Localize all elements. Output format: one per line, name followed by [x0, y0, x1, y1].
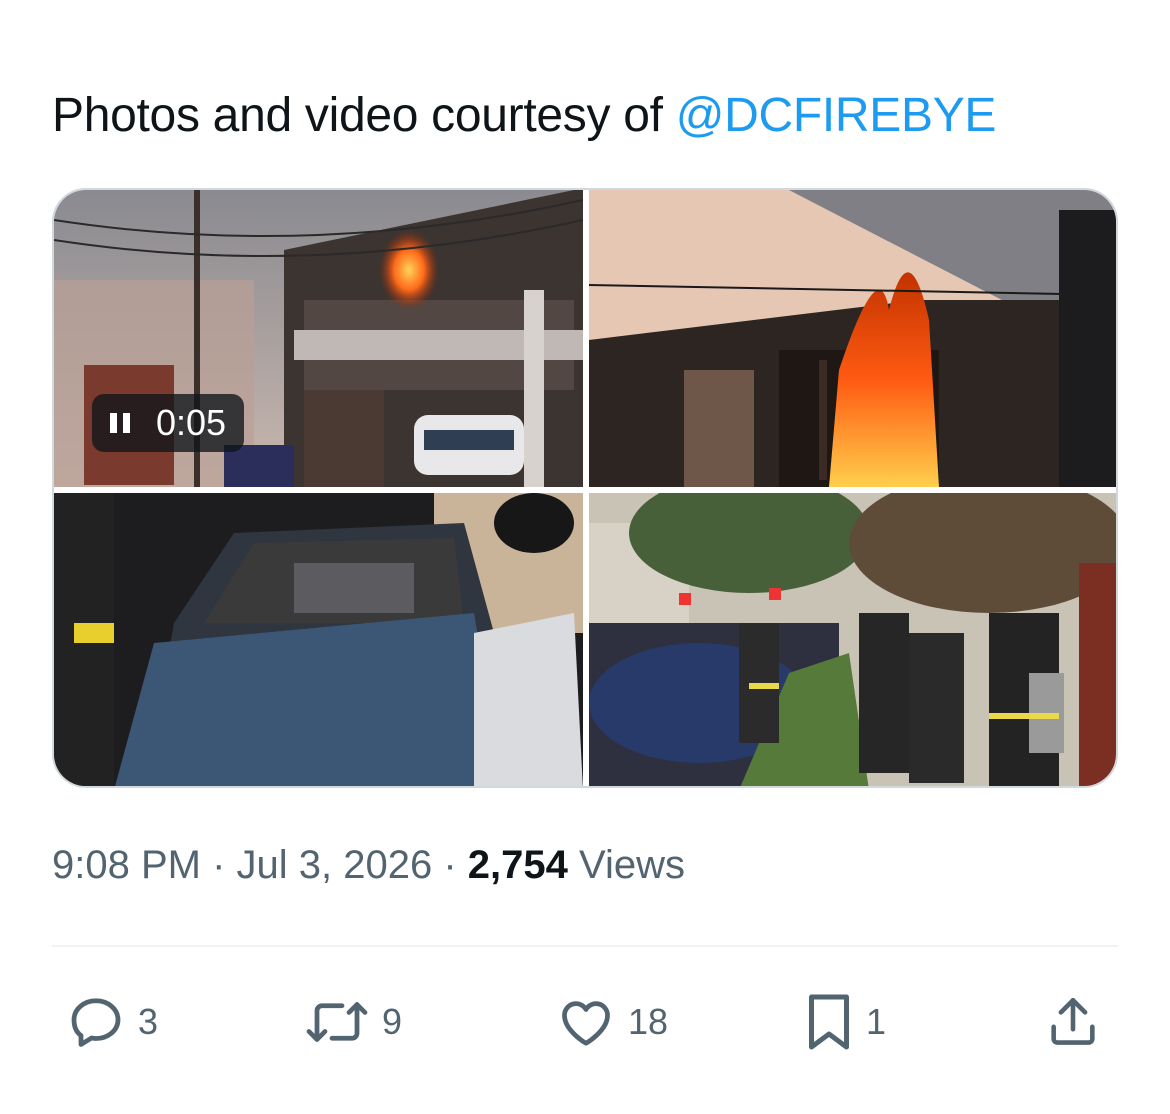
- action-bar: 3 9 18 1: [0, 984, 1170, 1064]
- photo-burned-car[interactable]: [54, 493, 583, 786]
- divider: [52, 945, 1118, 947]
- photo-window-fire[interactable]: [589, 190, 1116, 487]
- meta-separator: ·: [200, 843, 237, 887]
- share-button[interactable]: [1044, 984, 1102, 1060]
- tweet-meta: 9:08 PM · Jul 3, 2026 · 2,754 Views: [52, 843, 685, 888]
- bookmark-button[interactable]: 1: [804, 984, 886, 1060]
- media-grid: 0:05: [52, 188, 1118, 788]
- tweet-text: Photos and video courtesy of @DCFIREBYE: [52, 86, 996, 146]
- retweet-icon[interactable]: [304, 992, 370, 1052]
- bookmark-count: 1: [866, 1001, 887, 1042]
- photo-firefighters-street[interactable]: [589, 493, 1116, 786]
- tweet-time[interactable]: 9:08 PM: [52, 843, 201, 887]
- reply-button[interactable]: 3: [66, 984, 158, 1060]
- video-duration-badge[interactable]: 0:05: [92, 394, 245, 452]
- video-thumbnail-house-fire[interactable]: 0:05: [54, 190, 583, 487]
- like-button[interactable]: 18: [556, 984, 668, 1060]
- like-count: 18: [628, 1001, 669, 1042]
- tweet-text-prefix: Photos and video courtesy of: [52, 89, 676, 142]
- views-label: Views: [567, 843, 685, 887]
- meta-separator: ·: [432, 843, 468, 887]
- reply-count: 3: [138, 1001, 159, 1042]
- video-duration: 0:05: [156, 402, 227, 443]
- views-count: 2,754: [467, 843, 568, 887]
- reply-icon[interactable]: [66, 992, 126, 1052]
- tweet-date[interactable]: Jul 3, 2026: [237, 843, 433, 887]
- mention-link[interactable]: @DCFIREBYE: [676, 89, 997, 142]
- pause-icon[interactable]: [110, 413, 130, 433]
- bookmark-icon[interactable]: [804, 991, 854, 1053]
- retweet-button[interactable]: 9: [304, 984, 402, 1060]
- heart-icon[interactable]: [556, 992, 616, 1052]
- retweet-count: 9: [382, 1001, 403, 1042]
- share-icon[interactable]: [1044, 992, 1102, 1052]
